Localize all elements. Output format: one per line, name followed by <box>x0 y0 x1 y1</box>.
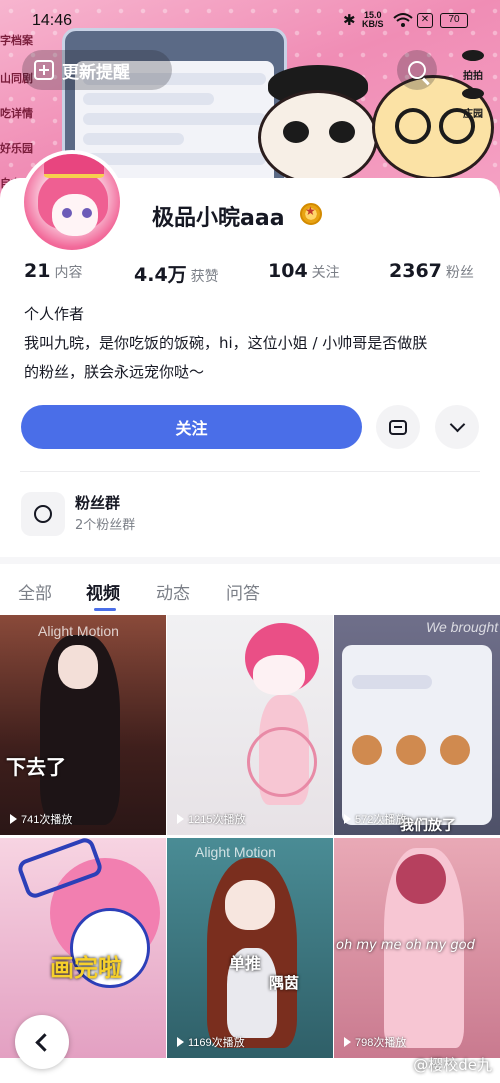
video-overlay-text: 画完啦 <box>50 954 122 982</box>
fan-group-icon-box <box>21 492 65 536</box>
username: 极品小晥aaa <box>152 206 285 231</box>
video-overlay-text: oh my me oh my god <box>336 938 475 953</box>
video-play-count: 1215次播放 <box>177 811 245 827</box>
divider <box>20 471 480 472</box>
video-watermark: Alight Motion <box>195 844 276 860</box>
bluetooth-icon: ✱ <box>343 11 356 29</box>
avatar[interactable] <box>20 150 124 254</box>
stat-content[interactable]: 21 内容 <box>24 260 82 282</box>
status-bar: 14:46 ✱ 15.0 KB/S ✕ 70 <box>0 0 500 44</box>
play-icon <box>177 1037 184 1047</box>
cartoon-character-left <box>258 90 378 185</box>
fan-group-title: 粉丝群 <box>75 494 121 512</box>
bio-line: 我叫九晥，是你吃饭的饭碗，hi，这位小姐 / 小帅哥是否做朕 <box>24 334 428 352</box>
shortcut-label: 庄园 <box>463 109 483 120</box>
level-badge-icon[interactable] <box>300 203 322 225</box>
banner-side-label: 好乐园 <box>0 142 33 155</box>
battery-icon: 70 <box>440 13 468 28</box>
sim-off-icon: ✕ <box>417 13 433 28</box>
message-icon <box>389 419 407 435</box>
video-overlay-text-secondary: 隅茵 <box>269 974 300 992</box>
banner-side-label: 吃详情 <box>0 107 33 120</box>
footer-watermark: @樱校de九 <box>413 1056 492 1074</box>
video-tile[interactable]: 1215次播放 <box>167 615 333 835</box>
people-icon <box>34 505 52 523</box>
wifi-icon <box>393 13 413 27</box>
fan-group-subtitle: 2个粉丝群 <box>75 518 136 533</box>
play-icon <box>344 814 351 824</box>
bio: 个人作者 我叫九晥，是你吃饭的饭碗，hi，这位小姐 / 小帅哥是否做朕 的粉丝，… <box>24 300 484 387</box>
section-gap <box>0 557 500 564</box>
search-button[interactable] <box>397 50 437 90</box>
chevron-left-icon <box>35 1032 54 1052</box>
video-tile[interactable]: Alight Motion 单推 隅茵 1169次播放 <box>167 838 333 1058</box>
video-play-count: 572次播放 <box>344 811 406 827</box>
profile-stats: 21 内容 4.4万 获赞 104 关注 2367 粉丝 <box>24 260 484 288</box>
banner-right-shortcuts[interactable]: 拍拍 庄园 <box>458 50 488 120</box>
tab-qa[interactable]: 问答 <box>226 579 260 604</box>
shortcut-icon <box>462 88 484 99</box>
stat-likes[interactable]: 4.4万 获赞 <box>134 260 219 287</box>
video-tile[interactable]: We brought 我们放了 572次播放 <box>334 615 500 835</box>
video-watermark: We brought <box>426 619 499 635</box>
active-tab-indicator <box>94 608 116 611</box>
search-icon <box>408 61 426 79</box>
follow-button[interactable]: 关注 <box>21 405 362 449</box>
network-speed: 15.0 KB/S <box>362 11 384 29</box>
video-watermark: Alight Motion <box>38 623 119 639</box>
message-button[interactable] <box>376 405 420 449</box>
play-icon <box>177 814 184 824</box>
back-button[interactable] <box>15 1015 69 1069</box>
video-overlay-text: 单推 <box>229 954 262 973</box>
stat-following[interactable]: 104 关注 <box>268 260 340 282</box>
more-dropdown-button[interactable] <box>435 405 479 449</box>
bio-line: 的粉丝，朕会永远宠你哒～ <box>24 363 205 381</box>
network-speed-unit: KB/S <box>362 19 384 29</box>
video-overlay-text: 我们放了 <box>400 818 456 834</box>
bio-line: 个人作者 <box>24 305 85 323</box>
content-tabs: 全部 视频 动态 问答 <box>0 565 500 615</box>
plus-square-icon <box>34 60 54 80</box>
video-play-count: 1169次播放 <box>177 1034 245 1050</box>
video-tile[interactable]: Alight Motion 下去了 741次播放 <box>0 615 166 835</box>
shortcut-label: 拍拍 <box>463 71 483 82</box>
tab-videos[interactable]: 视频 <box>86 579 120 604</box>
video-tile[interactable]: oh my me oh my god 798次播放 <box>334 838 500 1058</box>
video-play-count: 741次播放 <box>10 811 72 827</box>
fan-group-entry[interactable]: 粉丝群 2个粉丝群 <box>21 490 481 540</box>
play-icon <box>344 1037 351 1047</box>
chevron-down-icon <box>449 416 465 432</box>
status-time: 14:46 <box>32 12 73 29</box>
shortcut-icon <box>462 50 484 61</box>
play-icon <box>10 814 17 824</box>
video-overlay-text: 下去了 <box>6 755 66 779</box>
stat-followers[interactable]: 2367 粉丝 <box>389 260 474 282</box>
tab-posts[interactable]: 动态 <box>156 579 190 604</box>
update-notify-label: 更新提醒 <box>62 62 130 83</box>
tab-all[interactable]: 全部 <box>18 579 52 604</box>
video-play-count: 798次播放 <box>344 1034 406 1050</box>
update-notify-button[interactable]: 更新提醒 <box>22 50 172 90</box>
